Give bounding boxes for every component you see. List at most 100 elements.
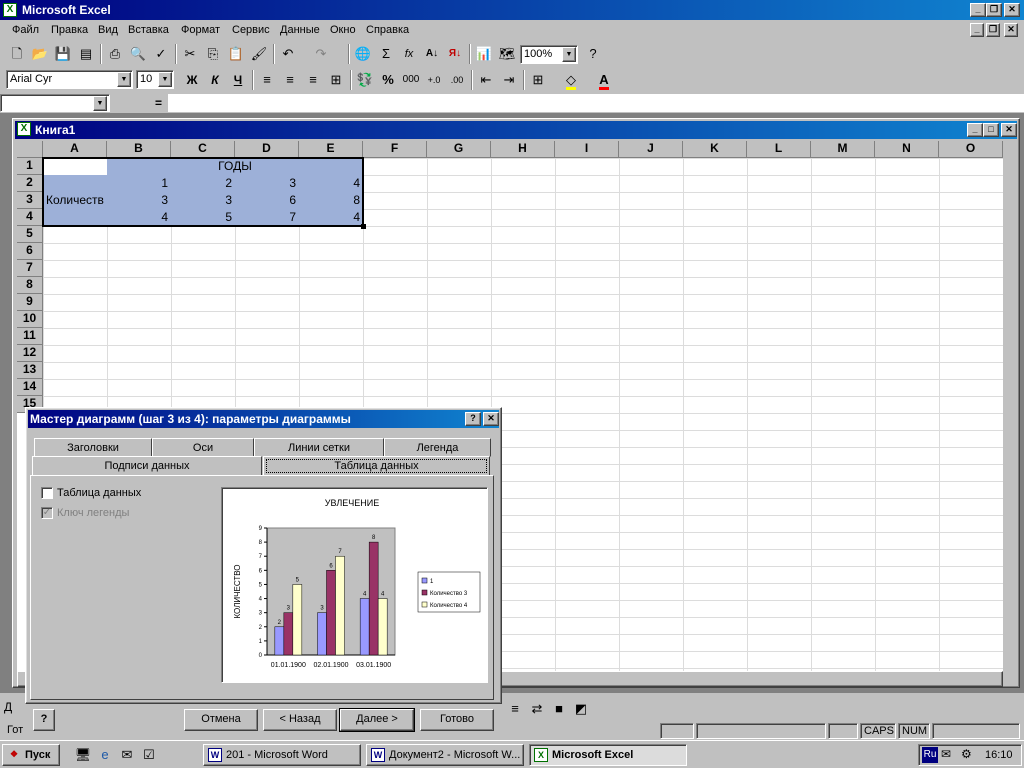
row-header[interactable]: 2 [17, 175, 43, 192]
hyperlink-icon[interactable]: 🌐 [352, 43, 374, 65]
chevron-down-icon[interactable]: ▼ [158, 72, 172, 87]
font-size-select[interactable]: 10 ▼ [136, 70, 174, 89]
row-header[interactable]: 9 [17, 294, 43, 311]
menu-file[interactable]: Файл [12, 24, 39, 36]
column-header[interactable]: E [299, 141, 363, 158]
outlook-icon[interactable]: ✉ [116, 744, 138, 766]
task-word-doc2[interactable]: W Документ2 - Microsoft W... [366, 744, 524, 766]
row-header[interactable]: 13 [17, 362, 43, 379]
paste-icon[interactable]: 📋 [225, 43, 247, 65]
column-header[interactable]: L [747, 141, 811, 158]
menu-help[interactable]: Справка [366, 24, 409, 36]
wb-close-button[interactable]: ✕ [1004, 23, 1018, 37]
currency-icon[interactable]: 💱 [354, 69, 376, 91]
data-cell[interactable]: 7 [235, 209, 299, 226]
row-header[interactable]: 14 [17, 379, 43, 396]
print-preview-icon[interactable]: ▤ [75, 43, 97, 65]
restore-button[interactable]: ❐ [986, 3, 1002, 17]
wb-win-minimize-button[interactable]: _ [967, 123, 983, 137]
start-button[interactable]: ❖ Пуск [2, 744, 60, 766]
merge-center-icon[interactable]: ⊞ [325, 69, 347, 91]
task-word-201[interactable]: W 201 - Microsoft Word [203, 744, 361, 766]
bold-button[interactable]: Ж [181, 69, 203, 91]
close-button[interactable]: ✕ [1004, 3, 1020, 17]
language-indicator[interactable]: Ru [922, 747, 938, 763]
italic-button[interactable]: К [204, 69, 226, 91]
column-header[interactable]: M [811, 141, 875, 158]
column-header[interactable]: N [875, 141, 939, 158]
column-header[interactable]: I [555, 141, 619, 158]
copy-icon[interactable]: ⎘ [202, 43, 224, 65]
show-desktop-icon[interactable]: 🖥 [72, 744, 94, 766]
font-color-icon[interactable]: A [593, 69, 615, 91]
column-header[interactable]: K [683, 141, 747, 158]
row-header[interactable]: 12 [17, 345, 43, 362]
row-header[interactable]: 5 [17, 226, 43, 243]
row-header[interactable]: 7 [17, 260, 43, 277]
data-cell[interactable]: 3 [171, 192, 235, 209]
fill-color-icon[interactable]: ◇ [560, 69, 582, 91]
align-right-icon[interactable]: ≡ [302, 69, 324, 91]
show-data-table-label[interactable]: Таблица данных [57, 487, 141, 499]
column-header[interactable]: B [107, 141, 171, 158]
new-icon[interactable]: 🗋 [6, 43, 28, 65]
tab-gridlines[interactable]: Линии сетки [254, 438, 384, 457]
column-header[interactable]: G [427, 141, 491, 158]
autosum-icon[interactable]: Σ [375, 43, 397, 65]
chevron-down-icon[interactable]: ▼ [93, 96, 107, 111]
shadow-icon[interactable]: ■ [548, 698, 570, 720]
wb-restore-button[interactable]: ❐ [986, 23, 1000, 37]
office-assistant-icon[interactable]: ? [582, 43, 604, 65]
equals-icon[interactable]: = [155, 96, 162, 110]
menu-edit[interactable]: Правка [51, 24, 88, 36]
tab-data-labels[interactable]: Подписи данных [32, 456, 262, 476]
cell-a3[interactable]: Количеств [43, 192, 107, 209]
menu-data[interactable]: Данные [280, 24, 320, 36]
legend-key-checkbox[interactable]: ✓ [41, 507, 53, 519]
data-cell[interactable]: 8 [299, 192, 363, 209]
thousands-button[interactable]: 000 [400, 69, 422, 91]
borders-icon[interactable]: ⊞ [527, 69, 549, 91]
chart-wizard-icon[interactable]: 📊 [473, 43, 495, 65]
format-painter-icon[interactable]: 🖌 [248, 43, 270, 65]
data-cell[interactable]: 4 [299, 175, 363, 192]
drawing-menu-label[interactable]: Д [4, 700, 12, 714]
percent-button[interactable]: % [377, 69, 399, 91]
excel-app-icon[interactable]: X [3, 3, 17, 17]
column-header[interactable]: J [619, 141, 683, 158]
data-cell[interactable]: 2 [171, 175, 235, 192]
sort-desc-icon[interactable]: Я↓ [444, 43, 466, 65]
task-excel[interactable]: X Microsoft Excel [529, 744, 687, 766]
column-header[interactable]: O [939, 141, 1003, 158]
redo-icon[interactable]: ↷ [310, 43, 332, 65]
column-header[interactable]: H [491, 141, 555, 158]
spelling-icon[interactable]: ✓ [150, 43, 172, 65]
tab-legend[interactable]: Легенда [384, 438, 491, 457]
menu-format[interactable]: Формат [181, 24, 220, 36]
workbook-icon[interactable]: X [17, 122, 31, 136]
menu-view[interactable]: Вид [98, 24, 118, 36]
decrease-decimal-icon[interactable]: .00 [446, 69, 468, 91]
align-left-icon[interactable]: ≡ [256, 69, 278, 91]
map-icon[interactable]: 🗺 [496, 43, 518, 65]
data-cell[interactable]: 3 [235, 175, 299, 192]
column-header[interactable]: C [171, 141, 235, 158]
row-header[interactable]: 4 [17, 209, 43, 226]
print-icon[interactable]: ⎙ [104, 43, 126, 65]
tray-icon-1[interactable]: ✉ [941, 747, 951, 761]
cell-years-header[interactable]: ГОДЫ [107, 158, 363, 175]
row-header[interactable]: 1 [17, 158, 43, 175]
data-cell[interactable]: 5 [171, 209, 235, 226]
menu-insert[interactable]: Вставка [128, 24, 169, 36]
channels-icon[interactable]: ☑ [138, 744, 160, 766]
arrow-style-icon[interactable]: ⇄ [526, 698, 548, 720]
wb-minimize-button[interactable]: _ [970, 23, 984, 37]
column-header[interactable]: D [235, 141, 299, 158]
menu-window[interactable]: Окно [330, 24, 356, 36]
chevron-down-icon[interactable]: ▼ [562, 47, 576, 62]
sort-asc-icon[interactable]: A↓ [421, 43, 443, 65]
column-header[interactable]: A [43, 141, 107, 158]
select-all-corner[interactable] [17, 141, 43, 158]
font-name-select[interactable]: Arial Cyr ▼ [6, 70, 133, 89]
increase-indent-icon[interactable]: ⇥ [498, 69, 520, 91]
